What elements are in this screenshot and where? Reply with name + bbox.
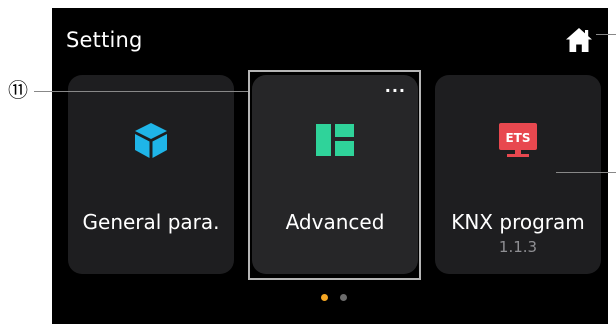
home-icon[interactable]	[565, 27, 593, 53]
manual-figure: Setting General para. ··· Advanced ETS K…	[0, 0, 616, 324]
selection-highlight-box	[248, 70, 421, 280]
cube-icon	[135, 123, 167, 158]
callout-number: ⑪	[8, 78, 28, 102]
knx-leader-line	[556, 172, 616, 173]
page-dot-inactive[interactable]	[340, 294, 347, 301]
knx-program-label: KNX program	[451, 210, 585, 234]
ets-badge-text: ETS	[505, 131, 530, 145]
knx-version-label: 1.1.3	[498, 238, 538, 256]
page-title: Setting	[66, 28, 143, 52]
ets-monitor-icon: ETS	[499, 123, 537, 157]
callout-leader-line	[34, 91, 248, 92]
general-para-label: General para.	[82, 210, 220, 234]
knx-program-card[interactable]: ETS KNX program 1.1.3	[435, 75, 601, 274]
page-dot-active[interactable]	[321, 294, 328, 301]
home-leader-line	[596, 34, 616, 35]
general-para-card[interactable]: General para.	[68, 75, 234, 274]
